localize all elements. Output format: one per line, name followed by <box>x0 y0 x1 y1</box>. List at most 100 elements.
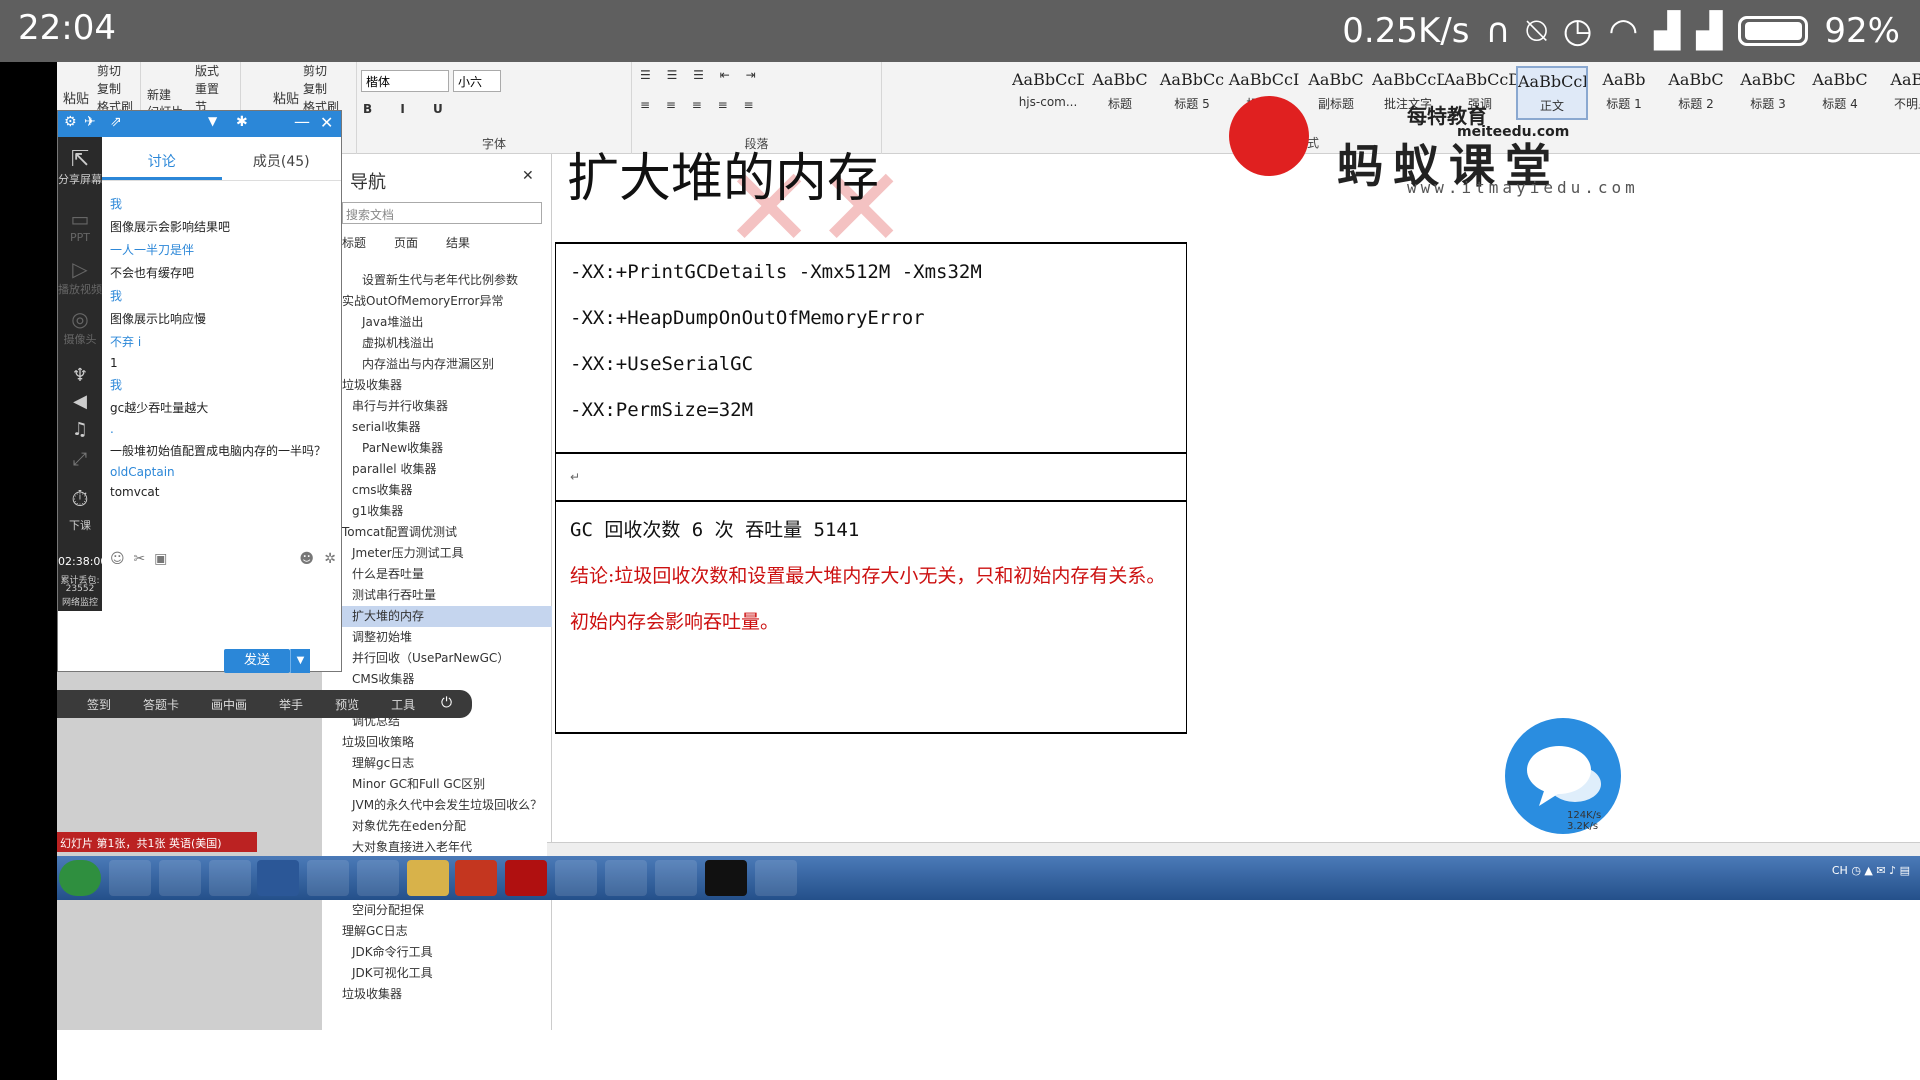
style-item[interactable]: AaBb 标题 1 <box>1588 66 1660 120</box>
class-tool-item[interactable]: 举手 <box>279 696 303 713</box>
terminal-icon[interactable] <box>705 860 747 896</box>
plane-icon[interactable]: ✈ <box>84 114 96 130</box>
nav-heading-item[interactable]: JVM的永久代中会发生垃圾回收么？ <box>342 795 552 816</box>
user-settings-icon[interactable]: ☻ <box>299 551 314 567</box>
music-icon[interactable]: ♫ <box>58 419 102 440</box>
start-button-icon[interactable] <box>59 860 101 896</box>
class-tool-item[interactable]: 签到 <box>87 696 111 713</box>
editor-icon[interactable] <box>755 860 797 896</box>
copy-button[interactable]: 复制 <box>97 80 121 97</box>
tab-pages[interactable]: 页面 <box>394 234 418 251</box>
class-tool-item[interactable]: 画中画 <box>211 696 247 713</box>
nav-heading-item[interactable]: JDK可视化工具 <box>342 963 552 984</box>
gear-icon[interactable]: ✲ <box>324 551 336 567</box>
nav-heading-item[interactable]: 理解GC日志 <box>342 921 552 942</box>
pin-icon[interactable]: ✱ <box>236 114 248 130</box>
paste-button[interactable]: 粘贴 <box>63 88 89 107</box>
nav-heading-item[interactable]: serial收集器 <box>342 417 552 438</box>
fullscreen-icon[interactable]: ⤢ <box>58 449 102 470</box>
minimize-icon[interactable]: — <box>294 112 310 131</box>
doc-horizontal-scrollbar[interactable] <box>547 842 1920 856</box>
class-tool-item[interactable]: 预览 <box>335 696 359 713</box>
class-tool-item[interactable]: 答题卡 <box>143 696 179 713</box>
style-item[interactable]: AaBbC 标题 2 <box>1660 66 1732 120</box>
emoji-icon[interactable]: ☺ <box>110 551 125 567</box>
image-icon[interactable]: ▣ <box>154 551 167 567</box>
settings-icon[interactable]: ⚙ <box>64 114 77 130</box>
nav-heading-item[interactable]: Tomcat配置调优测试 <box>342 522 552 543</box>
speaker-icon[interactable]: ◀ <box>58 391 102 412</box>
nav-heading-item[interactable]: 垃圾回收策略 <box>342 732 552 753</box>
nav-heading-item[interactable]: 理解gc日志 <box>342 753 552 774</box>
chat-bubble-icon[interactable] <box>1505 718 1621 834</box>
nav-heading-item[interactable]: ParNew收集器 <box>342 438 552 459</box>
folder-icon[interactable] <box>407 860 449 896</box>
ie-browser-icon[interactable] <box>159 860 201 896</box>
nav-heading-item[interactable]: 什么是吞吐量 <box>342 564 552 585</box>
send-options-icon[interactable]: ▼ <box>290 649 310 673</box>
nav-heading-item[interactable]: Jmeter压力测试工具 <box>342 543 552 564</box>
reset-button[interactable]: 重置 <box>195 80 219 97</box>
style-item[interactable]: AaBbCc 标题 5 <box>1156 66 1228 120</box>
chrome-icon[interactable] <box>655 860 697 896</box>
nav-heading-item[interactable]: 实战OutOfMemoryError异常 <box>342 291 552 312</box>
style-item[interactable]: AaBbCcDd hjs-com... <box>1012 66 1084 120</box>
record-icon[interactable] <box>505 860 547 896</box>
layout-button[interactable]: 版式 <box>195 62 219 79</box>
camera-icon[interactable]: ◎ <box>58 307 102 331</box>
nav-heading-item[interactable]: Minor GC和Full GC区别 <box>342 774 552 795</box>
qq-icon[interactable] <box>209 860 251 896</box>
nav-heading-item[interactable]: CMS收集器 <box>342 669 552 690</box>
tab-results[interactable]: 结果 <box>446 234 470 251</box>
style-item[interactable]: AaBbCcDd 正文 <box>1516 66 1588 120</box>
nav-heading-item[interactable]: 扩大堆的内存 <box>342 606 552 627</box>
align-icons[interactable]: ≡ ≡ ≡ ≡ ≡ <box>640 98 760 112</box>
chat-input-field[interactable] <box>110 577 338 645</box>
nav-heading-item[interactable]: 空间分配担保 <box>342 900 552 921</box>
style-item[interactable]: AaBbC 副标题 <box>1300 66 1372 120</box>
nav-heading-item[interactable]: 设置新生代与老年代比例参数 <box>342 270 552 291</box>
style-item[interactable]: AaBbC 标题 <box>1084 66 1156 120</box>
microphone-icon[interactable]: ♆ <box>58 365 102 386</box>
cut-button[interactable]: 剪切 <box>97 62 121 79</box>
nav-heading-item[interactable]: 调整初始堆 <box>342 627 552 648</box>
word-paste-button[interactable]: 粘贴 <box>273 88 299 107</box>
nav-heading-item[interactable]: 对象优先在eden分配 <box>342 816 552 837</box>
font-size-select[interactable]: 小六 <box>453 70 501 92</box>
nav-heading-item[interactable]: g1收集器 <box>342 501 552 522</box>
nav-heading-item[interactable]: 内存溢出与内存泄漏区别 <box>342 354 552 375</box>
style-item[interactable]: AaBbC 标题 3 <box>1732 66 1804 120</box>
nav-heading-item[interactable]: 测试串行吞吐量 <box>342 585 552 606</box>
taskbar-app-icon[interactable] <box>109 860 151 896</box>
scissors-icon[interactable]: ✂ <box>134 551 146 567</box>
nav-heading-item[interactable]: 大对象直接进入老年代 <box>342 837 552 858</box>
power-icon[interactable]: ⏻ <box>441 695 452 711</box>
system-tray[interactable]: CH ◷ ▲ ✉ ♪ ▤ <box>1832 864 1910 877</box>
video-icon[interactable]: ▷ <box>58 257 102 281</box>
nav-heading-item[interactable]: 串行与并行收集器 <box>342 396 552 417</box>
tab-members[interactable]: 成员(45) <box>222 137 342 180</box>
share-screen-icon[interactable]: ⇱ <box>58 147 102 172</box>
chevron-down-icon[interactable]: ▼ <box>208 114 217 128</box>
nav-heading-item[interactable]: 垃圾收集器 <box>342 375 552 396</box>
word-cut-button[interactable]: 剪切 <box>303 62 327 79</box>
paint-icon[interactable] <box>555 860 597 896</box>
style-item[interactable]: AaBb 不明显 <box>1876 66 1920 120</box>
list-icons[interactable]: ☰ ☰ ☰ ⇤ ⇥ <box>640 68 762 82</box>
nav-heading-item[interactable]: cms收集器 <box>342 480 552 501</box>
ppt-icon[interactable]: ▭ <box>58 207 102 231</box>
game-app-icon[interactable] <box>307 860 349 896</box>
share-icon[interactable]: ⇗ <box>110 114 122 130</box>
end-class-icon[interactable]: ⏱ <box>58 487 102 512</box>
send-button[interactable]: 发送 <box>224 649 290 673</box>
bold-italic-underline[interactable]: B I U <box>363 102 455 116</box>
word-copy-button[interactable]: 复制 <box>303 80 327 97</box>
media-player-icon[interactable] <box>357 860 399 896</box>
class-tool-item[interactable]: 工具 <box>391 696 415 713</box>
nav-heading-item[interactable]: parallel 收集器 <box>342 459 552 480</box>
nav-heading-item[interactable]: JDK命令行工具 <box>342 942 552 963</box>
powerpoint-icon[interactable] <box>455 860 497 896</box>
close-icon[interactable]: ✕ <box>320 113 333 132</box>
nav-heading-item[interactable]: 并行回收（UseParNewGC） <box>342 648 552 669</box>
nav-heading-item[interactable]: 虚拟机栈溢出 <box>342 333 552 354</box>
